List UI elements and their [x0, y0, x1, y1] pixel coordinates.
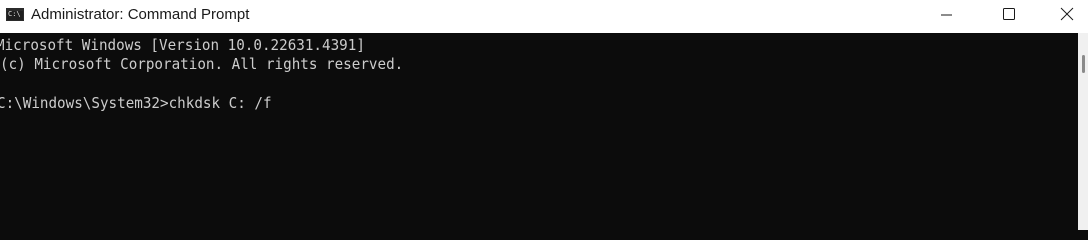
close-button[interactable] [1042, 0, 1088, 30]
title-bar[interactable]: C:\ Administrator: Command Prompt [0, 0, 1088, 33]
console-output[interactable]: Microsoft Windows [Version 10.0.22631.43… [0, 33, 1078, 230]
minimize-icon [941, 14, 952, 16]
console-line-version: Microsoft Windows [Version 10.0.22631.43… [0, 36, 365, 54]
window-title: Administrator: Command Prompt [31, 6, 250, 23]
scrollbar-thumb[interactable] [1082, 55, 1085, 73]
maximize-button[interactable] [985, 0, 1031, 30]
console-line-command: C:\Windows\System32>chkdsk C: /f [0, 94, 272, 112]
close-icon [1060, 7, 1074, 21]
minimize-button[interactable] [925, 0, 971, 30]
command-prompt-icon: C:\ [6, 8, 24, 21]
console-line-copyright: (c) Microsoft Corporation. All rights re… [0, 55, 404, 73]
maximize-icon [1003, 8, 1015, 20]
vertical-scrollbar[interactable] [1078, 33, 1088, 230]
command-prompt-window: C:\ Administrator: Command Prompt Micros… [0, 0, 1088, 230]
